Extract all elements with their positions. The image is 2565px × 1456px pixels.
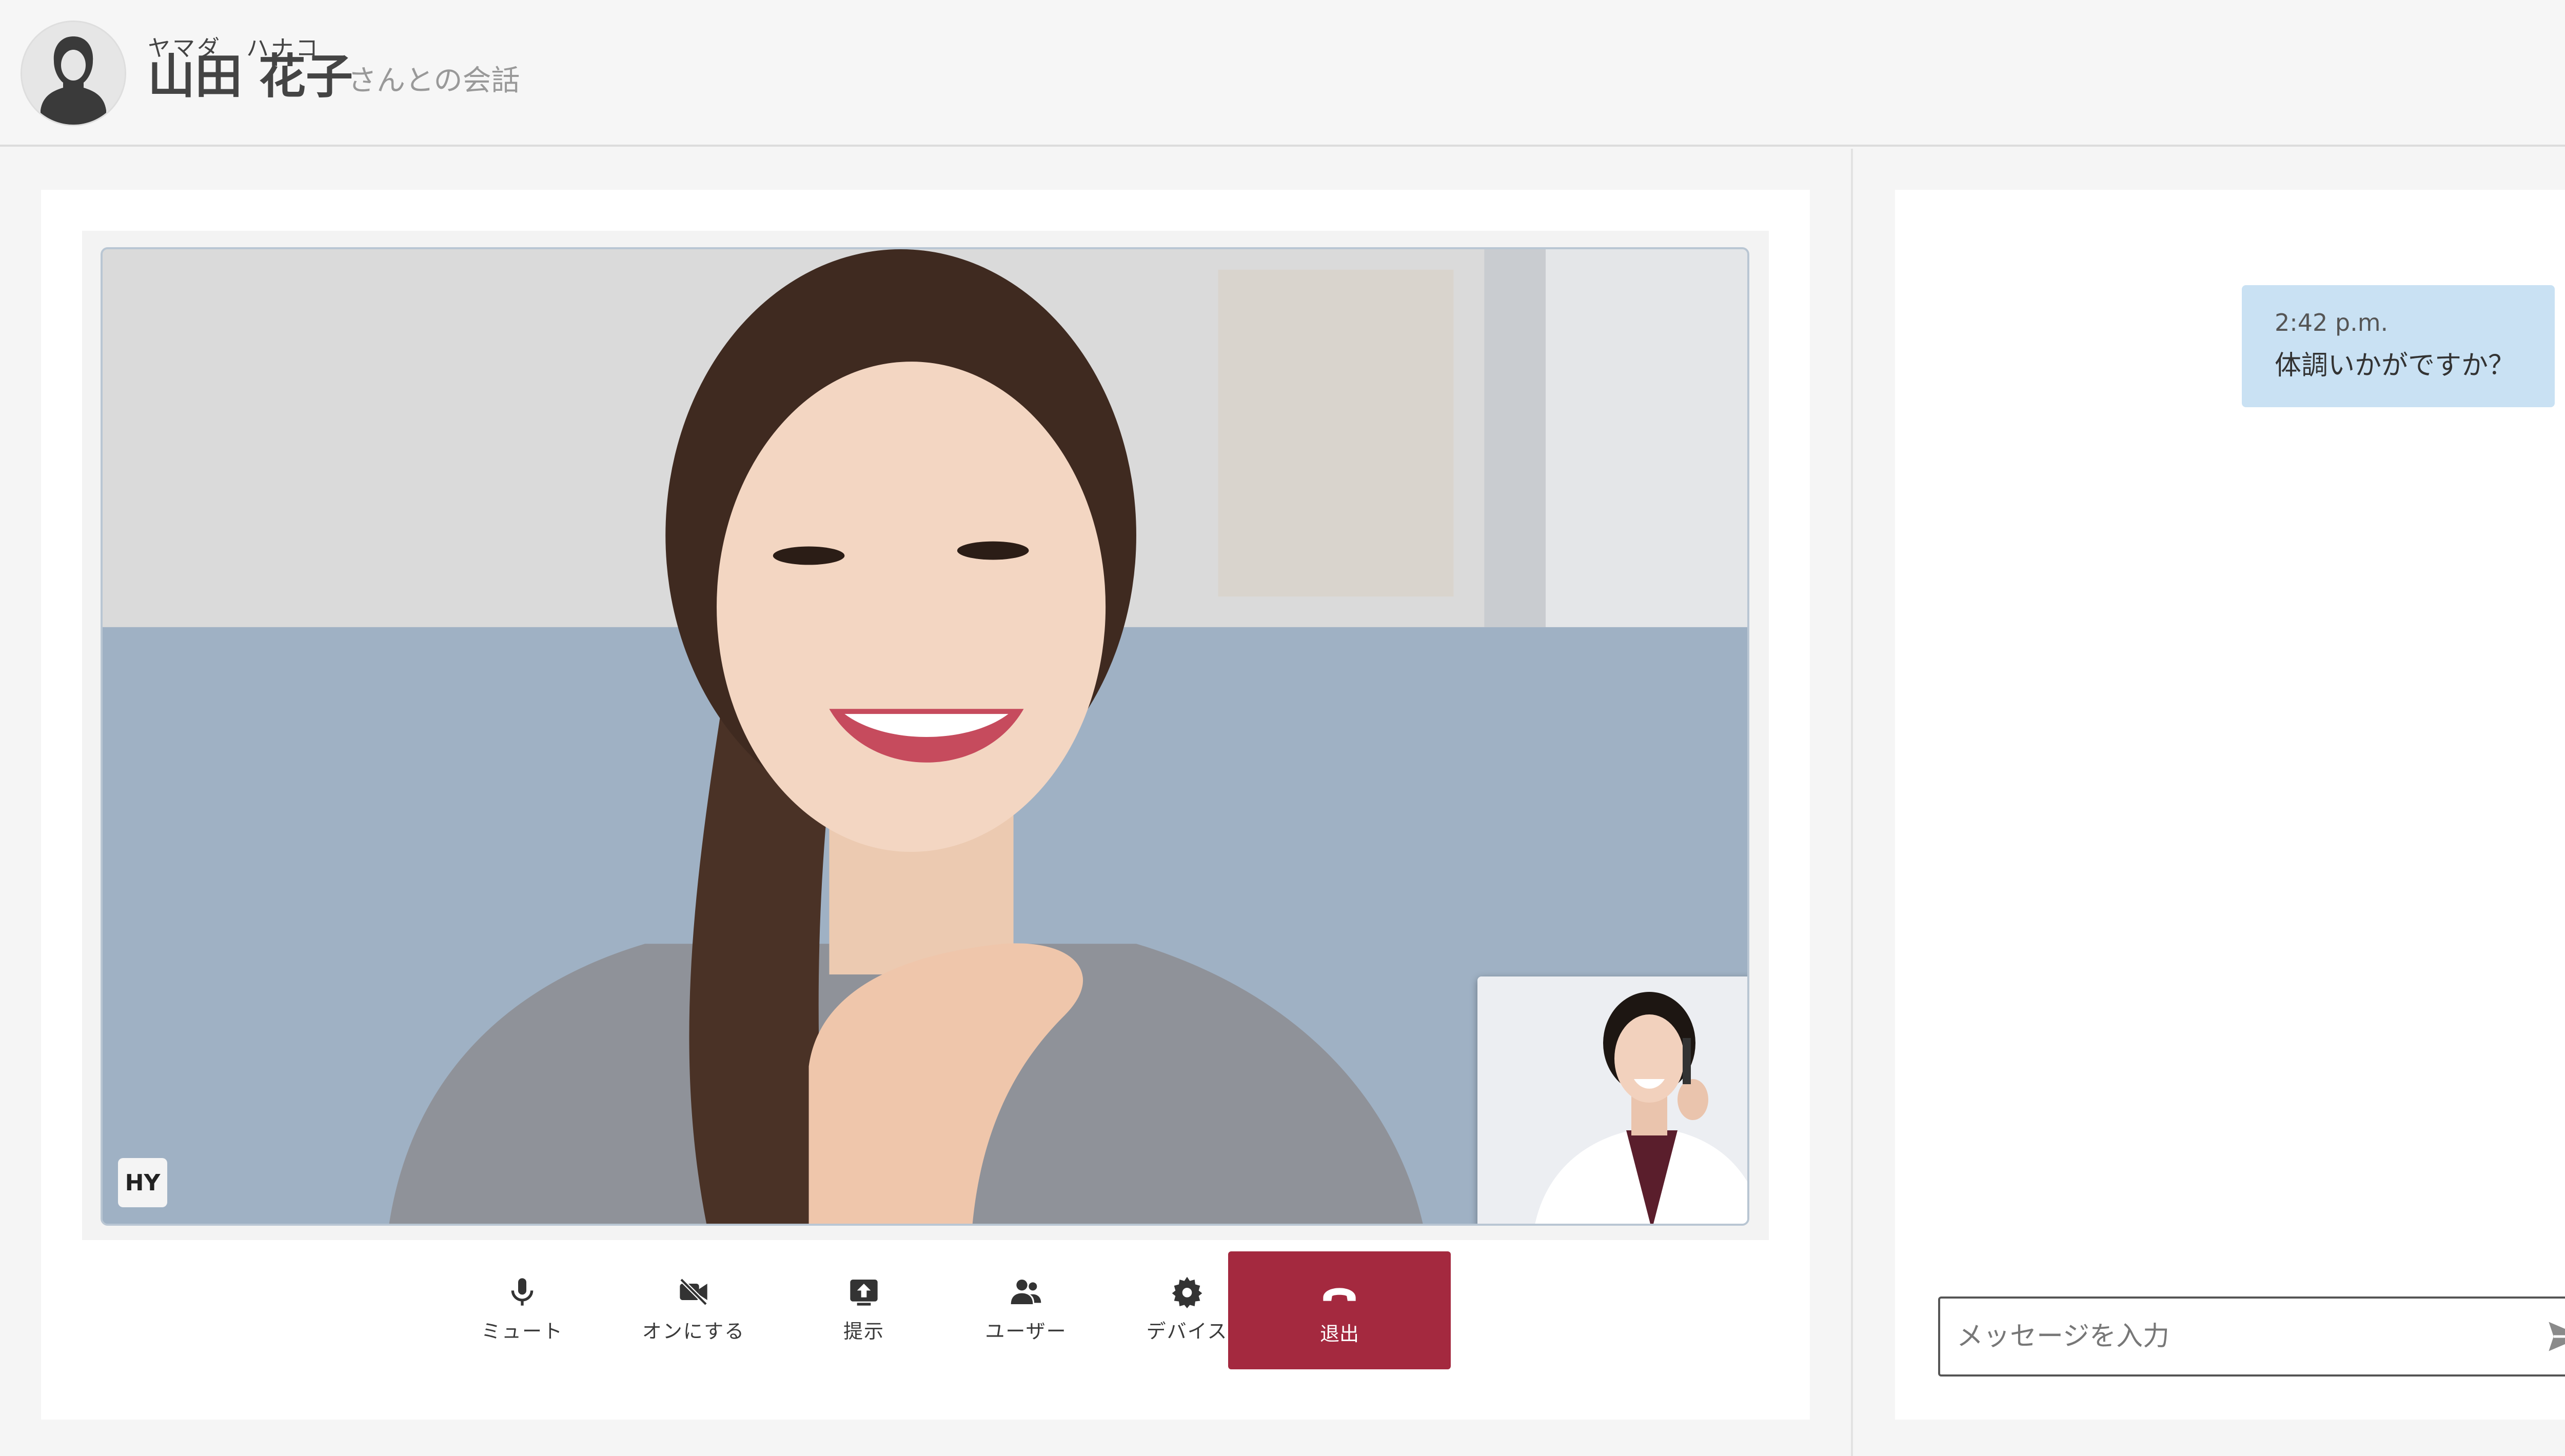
self-view bbox=[1477, 976, 1747, 1224]
microphone-icon bbox=[511, 1278, 534, 1306]
send-icon[interactable] bbox=[2546, 1317, 2565, 1356]
call-controls: ミュート オンにする 提示 ユーザー デバイス 退出 bbox=[41, 1251, 1810, 1374]
gear-icon bbox=[1172, 1277, 1202, 1308]
panel-divider bbox=[1851, 149, 1853, 1456]
chat-input-box bbox=[1938, 1297, 2565, 1377]
main-video: HY bbox=[101, 247, 1749, 1226]
video-panel: HY ミュート オンにする 提示 ユーザー デバイス 退出 bbox=[41, 190, 1810, 1420]
message-text: 体調いかがですか？ bbox=[2275, 350, 2515, 381]
message-time: 2:42 p.m. bbox=[2275, 309, 2389, 336]
present-label: 提示 bbox=[843, 1320, 884, 1343]
camera-label: オンにする bbox=[642, 1320, 745, 1343]
participant-initials-badge: HY bbox=[118, 1158, 167, 1207]
conversation-header: ヤマダ ハナコ 山田 花子 さんとの会話 bbox=[0, 0, 2565, 147]
video-off-icon bbox=[679, 1278, 708, 1306]
users-label: ユーザー bbox=[985, 1320, 1067, 1343]
contact-name: 山田 花子 bbox=[148, 49, 353, 104]
avatar bbox=[21, 21, 126, 126]
chat-panel: 2:42 p.m. 体調いかがですか？ bbox=[1895, 190, 2565, 1420]
leave-button[interactable]: 退出 bbox=[1228, 1251, 1451, 1369]
self-video bbox=[1477, 976, 1747, 1224]
leave-label: 退出 bbox=[1319, 1322, 1359, 1345]
mute-label: ミュート bbox=[481, 1320, 563, 1343]
present-button[interactable]: 提示 bbox=[797, 1261, 931, 1358]
upload-icon bbox=[850, 1279, 878, 1306]
phone-hangup-icon bbox=[1323, 1287, 1356, 1301]
users-button[interactable]: ユーザー bbox=[959, 1261, 1093, 1358]
conversation-suffix: さんとの会話 bbox=[348, 64, 520, 97]
mute-button[interactable]: ミュート bbox=[456, 1261, 589, 1358]
user-silhouette-icon bbox=[22, 22, 125, 125]
users-icon bbox=[1011, 1279, 1041, 1304]
message-bubble: 2:42 p.m. 体調いかがですか？ bbox=[2242, 285, 2555, 407]
message-input[interactable] bbox=[1956, 1299, 2520, 1374]
camera-toggle-button[interactable]: オンにする bbox=[627, 1261, 760, 1358]
devices-label: デバイス bbox=[1146, 1320, 1228, 1343]
